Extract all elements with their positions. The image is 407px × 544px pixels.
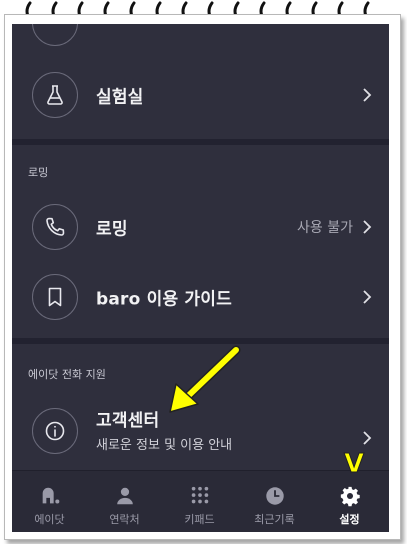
settings-screen: 실험실 로밍 로밍 사용 불가 baro 이용 가이드 에이닷 전화 지원 고객…	[12, 24, 389, 532]
lab-flask-icon	[32, 72, 78, 118]
tab-keypad[interactable]: 키패드	[162, 471, 237, 532]
tab-label: 최근기록	[254, 513, 295, 526]
tab-adot[interactable]: 에이닷	[12, 471, 87, 532]
tab-label: 연락처	[109, 513, 140, 526]
tab-label: 에이닷	[34, 513, 65, 526]
chevron-right-icon	[363, 88, 372, 102]
phone-icon	[32, 204, 78, 250]
section-divider	[12, 338, 389, 344]
settings-row-roaming[interactable]: 로밍 사용 불가	[12, 192, 389, 262]
partial-icon-circle	[32, 24, 78, 46]
chevron-right-icon	[363, 290, 372, 304]
chevron-right-icon	[363, 220, 372, 234]
section-divider	[12, 139, 389, 145]
tab-recent[interactable]: 최근기록	[237, 471, 312, 532]
baro-guide-label: baro 이용 가이드	[96, 289, 232, 310]
settings-row-customer-center[interactable]: 고객센터 새로운 정보 및 이용 안내	[12, 394, 389, 468]
keypad-icon	[191, 486, 208, 504]
tab-settings[interactable]: 설정	[312, 471, 387, 532]
tab-contacts[interactable]: 연락처	[87, 471, 162, 532]
info-icon	[32, 408, 78, 454]
person-icon	[116, 487, 133, 505]
section-header-support: 에이닷 전화 지원	[28, 368, 106, 381]
clock-icon	[265, 487, 284, 505]
tab-label: 키패드	[184, 513, 215, 526]
section-header-roaming: 로밍	[28, 166, 49, 179]
tab-label: 설정	[339, 513, 360, 526]
lab-label: 실험실	[96, 87, 144, 108]
chevron-right-icon	[363, 431, 372, 446]
settings-row-lab[interactable]: 실험실	[12, 60, 389, 130]
bookmark-icon	[32, 274, 78, 320]
customer-center-label: 고객센터	[96, 411, 160, 431]
adot-logo-icon	[42, 487, 59, 504]
roaming-status: 사용 불가	[297, 220, 353, 236]
roaming-label: 로밍	[96, 219, 128, 240]
settings-row-baro-guide[interactable]: baro 이용 가이드	[12, 262, 389, 332]
gear-icon	[340, 486, 360, 507]
bottom-tab-bar: 에이닷 연락처 키패드 최근기록 설정	[12, 470, 389, 532]
customer-center-subtitle: 새로운 정보 및 이용 안내	[96, 438, 233, 453]
